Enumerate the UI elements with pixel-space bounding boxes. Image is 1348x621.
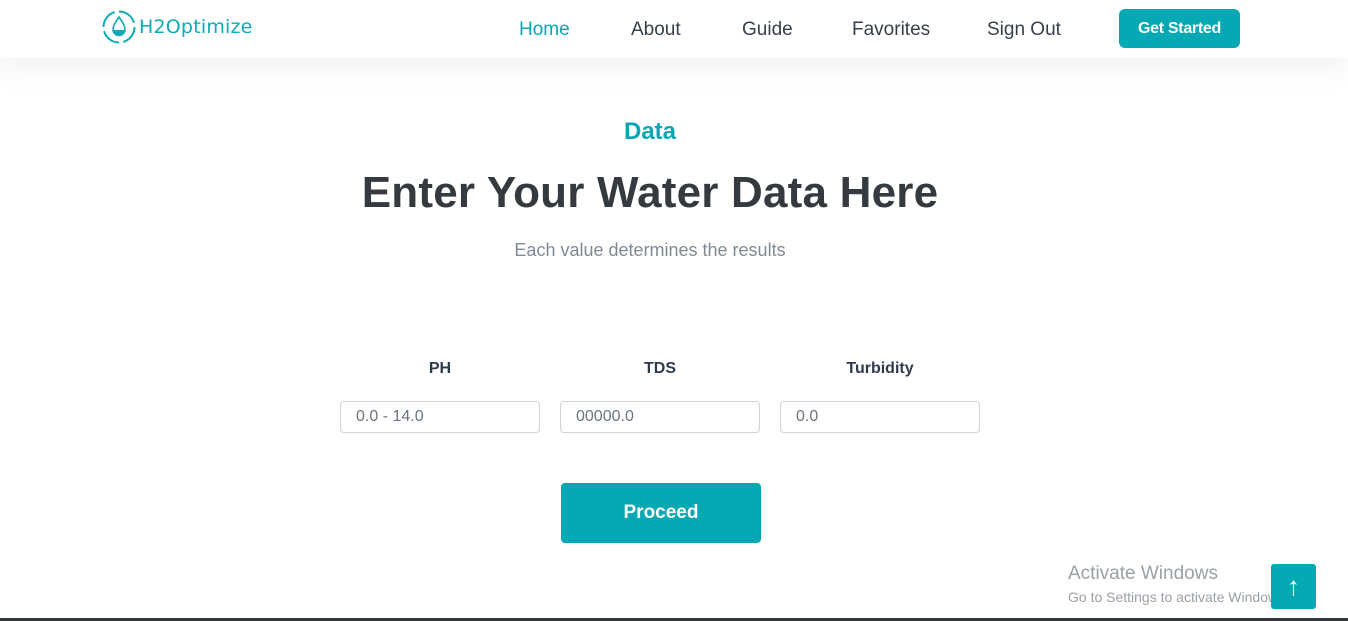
page-title: Enter Your Water Data Here — [361, 168, 939, 217]
nav-about[interactable]: About — [631, 17, 681, 43]
ph-input[interactable] — [340, 401, 540, 433]
arrow-up-icon: ↑ — [1287, 571, 1300, 601]
ph-label: PH — [428, 360, 452, 377]
turbidity-input[interactable] — [780, 401, 980, 433]
top-navbar: H2Optimize Home About Guide Favorites Si… — [0, 0, 1348, 58]
nav-sign-out[interactable]: Sign Out — [987, 17, 1061, 43]
page: H2Optimize Home About Guide Favorites Si… — [0, 0, 1348, 621]
activate-windows-title: Activate Windows — [1068, 563, 1218, 584]
section-eyebrow: Data — [623, 118, 677, 145]
proceed-button[interactable]: Proceed — [561, 483, 761, 543]
nav-guide[interactable]: Guide — [742, 17, 793, 43]
nav-home[interactable]: Home — [519, 17, 570, 43]
nav-favorites[interactable]: Favorites — [852, 17, 930, 43]
turbidity-label: Turbidity — [846, 360, 914, 377]
back-to-top-button[interactable]: ↑ — [1271, 564, 1316, 609]
tds-label: TDS — [644, 360, 676, 377]
tds-input[interactable] — [560, 401, 760, 433]
get-started-button[interactable]: Get Started — [1119, 9, 1240, 48]
page-subtitle: Each value determines the results — [514, 240, 786, 260]
activate-windows-subtitle: Go to Settings to activate Windows. — [1068, 589, 1289, 605]
